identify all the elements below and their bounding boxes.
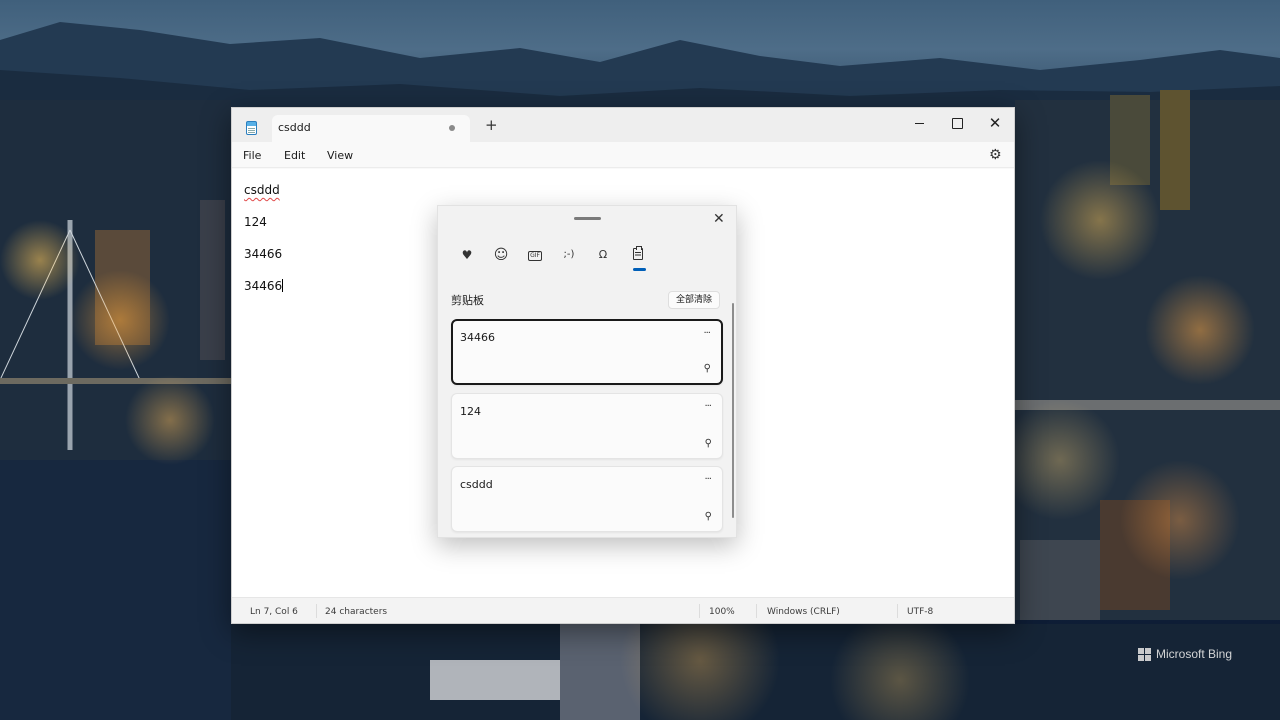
cursor-position: Ln 7, Col 6	[250, 607, 298, 617]
status-divider	[897, 604, 898, 618]
emoji-icon[interactable]: ☺	[490, 246, 512, 264]
clear-all-button[interactable]: 全部清除	[668, 291, 721, 309]
tab-title: csddd	[278, 121, 311, 134]
more-options-icon[interactable]: ···	[704, 474, 711, 485]
more-options-icon[interactable]: ···	[703, 328, 710, 339]
clipboard-icon[interactable]	[627, 246, 649, 264]
heart-sticker-icon[interactable]: ♥	[456, 246, 478, 264]
line-ending[interactable]: Windows (CRLF)	[767, 607, 840, 617]
clipboard-glyph	[633, 246, 643, 260]
editor-line-text: 34466	[244, 279, 283, 293]
pin-icon[interactable]: ⚲	[705, 511, 712, 522]
title-bar[interactable]: csddd + ✕	[232, 108, 1014, 142]
kaomoji-glyph: ;-)	[563, 249, 575, 260]
clipboard-item[interactable]: 34466 ··· ⚲	[451, 319, 723, 385]
status-divider	[699, 604, 700, 618]
drag-handle[interactable]	[574, 217, 601, 220]
status-divider	[316, 604, 317, 618]
unsaved-dot-icon[interactable]	[449, 125, 455, 131]
new-tab-button[interactable]: +	[485, 118, 498, 133]
symbols-icon[interactable]: Ω	[592, 246, 614, 264]
text-caret	[282, 279, 284, 292]
gif-icon[interactable]: GIF	[524, 246, 546, 264]
status-divider	[756, 604, 757, 618]
close-window-button[interactable]: ✕	[984, 114, 1006, 132]
document-tab[interactable]: csddd	[272, 115, 470, 142]
kaomoji-icon[interactable]: ;-)	[558, 246, 580, 264]
editor-line: 124	[244, 215, 267, 229]
editor-line: 34466	[244, 247, 283, 261]
minimize-button[interactable]	[909, 114, 931, 132]
menu-bar: File Edit View ⚙	[232, 142, 1014, 168]
clipboard-item-text: 124	[460, 405, 481, 418]
menu-edit[interactable]: Edit	[284, 149, 305, 162]
heart-glyph: ♥	[461, 248, 473, 262]
menu-file[interactable]: File	[243, 149, 261, 162]
clipboard-item-text: csddd	[460, 478, 493, 491]
panel-close-button[interactable]: ✕	[713, 211, 725, 227]
editor-line: csddd	[244, 183, 280, 197]
clipboard-item-text: 34466	[460, 331, 495, 344]
clipboard-title: 剪贴板	[451, 294, 484, 307]
editor-line-current: 34466	[244, 279, 284, 293]
emoji-glyph: ☺	[493, 247, 509, 263]
symbols-glyph: Ω	[598, 248, 608, 261]
gif-glyph: GIF	[528, 251, 542, 261]
panel-scrollbar[interactable]	[732, 303, 734, 518]
watermark-text: Microsoft Bing	[1156, 647, 1233, 661]
clipboard-item[interactable]: 124 ··· ⚲	[451, 393, 723, 459]
clipboard-history-panel: ✕ ♥ ☺ GIF ;-) Ω 剪贴板 全部清除 34466 ··· ⚲ 124…	[437, 205, 737, 538]
maximize-button[interactable]	[946, 114, 968, 132]
clipboard-item[interactable]: csddd ··· ⚲	[451, 466, 723, 532]
zoom-level[interactable]: 100%	[709, 607, 735, 617]
pin-icon[interactable]: ⚲	[704, 363, 711, 374]
menu-view[interactable]: View	[327, 149, 353, 162]
more-options-icon[interactable]: ···	[704, 401, 711, 412]
microsoft-logo-icon	[1138, 647, 1151, 661]
bing-watermark: Microsoft Bing	[1138, 647, 1232, 661]
status-bar: Ln 7, Col 6 24 characters 100% Windows (…	[232, 597, 1014, 623]
pin-icon[interactable]: ⚲	[705, 438, 712, 449]
encoding[interactable]: UTF-8	[907, 607, 933, 617]
character-count: 24 characters	[325, 607, 388, 617]
notepad-app-icon	[246, 121, 257, 135]
settings-gear-icon[interactable]: ⚙	[989, 148, 1003, 162]
active-tab-indicator	[633, 268, 646, 271]
